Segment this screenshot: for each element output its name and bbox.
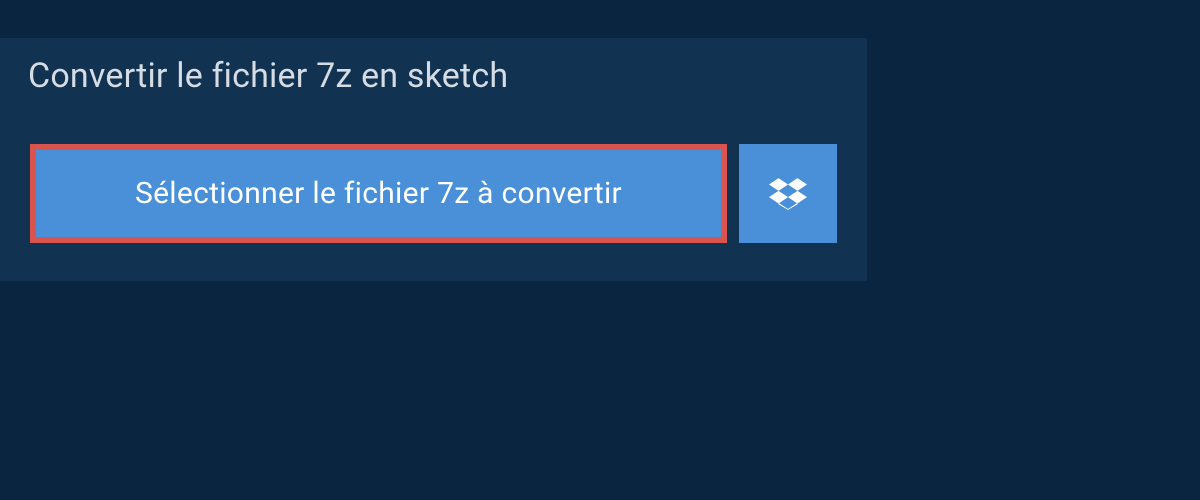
- action-row: Sélectionner le fichier 7z à convertir: [0, 114, 867, 281]
- dropbox-button[interactable]: [739, 144, 837, 243]
- select-file-button[interactable]: Sélectionner le fichier 7z à convertir: [30, 144, 727, 243]
- page-title: Convertir le fichier 7z en sketch: [28, 56, 539, 96]
- dropbox-icon: [769, 175, 807, 213]
- conversion-panel: Convertir le fichier 7z en sketch Sélect…: [0, 38, 867, 281]
- select-file-label: Sélectionner le fichier 7z à convertir: [135, 176, 622, 211]
- title-bar: Convertir le fichier 7z en sketch: [0, 38, 567, 114]
